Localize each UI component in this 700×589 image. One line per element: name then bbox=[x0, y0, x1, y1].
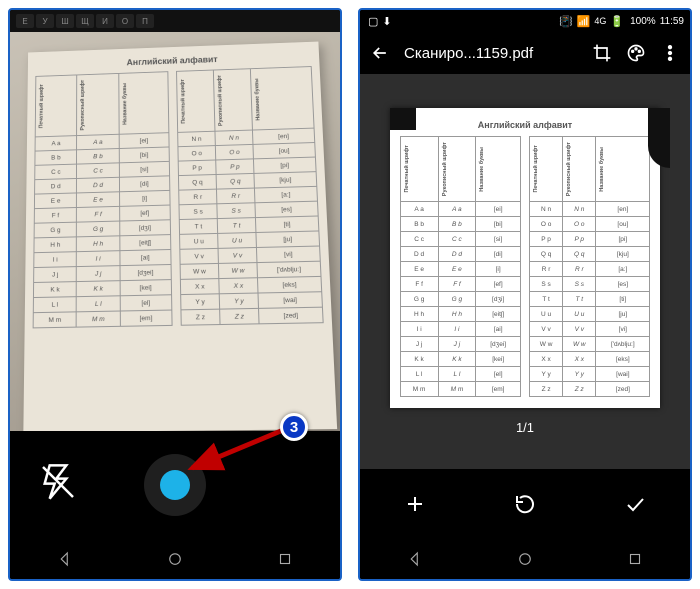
keyboard-key: Ш bbox=[56, 14, 74, 28]
shutter-button-inner bbox=[160, 470, 190, 500]
alphabet-table-left: Печатный шрифтРукописный шрифтНазвание б… bbox=[33, 71, 173, 328]
phone-left-camera: ЕУШЩИОП Английский алфавит Печатный шриф… bbox=[8, 8, 342, 581]
confirm-check-icon[interactable] bbox=[623, 492, 647, 516]
back-arrow-icon[interactable] bbox=[370, 43, 390, 63]
document-filename: Сканиро...1159.pdf bbox=[404, 45, 578, 62]
more-menu-icon[interactable] bbox=[660, 43, 680, 63]
scanned-table-right: Печатный шрифтРукописный шрифтНазвание б… bbox=[529, 136, 650, 397]
phone-right-preview: ▢ ⬇ 📳 📶 4G 🔋 100% 11:59 Сканиро...1159.p… bbox=[358, 8, 692, 581]
keyboard-key: И bbox=[96, 14, 114, 28]
nav-home-icon[interactable] bbox=[166, 550, 184, 568]
app-bar: Сканиро...1159.pdf bbox=[360, 32, 690, 74]
preview-action-bar bbox=[360, 469, 690, 539]
keyboard-key: Е bbox=[16, 14, 34, 28]
scanned-page: Английский алфавит Печатный шрифтРукопис… bbox=[390, 108, 661, 408]
camera-viewfinder[interactable]: Английский алфавит Печатный шрифтРукопис… bbox=[10, 32, 340, 431]
vibrate-icon: 📳 bbox=[559, 15, 573, 28]
battery-percent: 100% bbox=[630, 16, 656, 27]
keyboard-key: О bbox=[116, 14, 134, 28]
camera-controls-bar bbox=[10, 431, 340, 539]
page-counter: 1/1 bbox=[516, 420, 534, 435]
notif-image-icon: ▢ bbox=[368, 15, 378, 28]
keyboard-key: П bbox=[136, 14, 154, 28]
status-bar: ▢ ⬇ 📳 📶 4G 🔋 100% 11:59 bbox=[360, 10, 690, 32]
network-4g-icon: 4G bbox=[594, 16, 606, 26]
nav-recent-icon[interactable] bbox=[626, 550, 644, 568]
captured-document: Английский алфавит Печатный шрифтРукопис… bbox=[23, 42, 337, 431]
battery-icon: 🔋 bbox=[610, 15, 624, 28]
add-page-icon[interactable] bbox=[403, 492, 427, 516]
scanned-doc-title: Английский алфавит bbox=[400, 120, 651, 130]
physical-keyboard-strip: ЕУШЩИОП bbox=[10, 10, 340, 32]
android-navbar bbox=[10, 539, 340, 579]
annotation-badge-3: 3 bbox=[280, 413, 308, 441]
palette-icon[interactable] bbox=[626, 43, 646, 63]
notif-download-icon: ⬇ bbox=[382, 15, 391, 28]
alphabet-table-right: Печатный шрифтРукописный шрифтНазвание б… bbox=[176, 66, 324, 326]
retake-icon[interactable] bbox=[513, 492, 537, 516]
nav-recent-icon[interactable] bbox=[276, 550, 294, 568]
signal-icon: 📶 bbox=[577, 15, 591, 28]
keyboard-key: У bbox=[36, 14, 54, 28]
flash-off-icon[interactable] bbox=[38, 462, 78, 508]
scan-preview-area[interactable]: Английский алфавит Печатный шрифтРукопис… bbox=[360, 74, 690, 469]
shutter-button[interactable] bbox=[144, 454, 206, 516]
keyboard-key: Щ bbox=[76, 14, 94, 28]
nav-home-icon[interactable] bbox=[516, 550, 534, 568]
nav-back-icon[interactable] bbox=[406, 550, 424, 568]
nav-back-icon[interactable] bbox=[56, 550, 74, 568]
scanned-table-left: Печатный шрифтРукописный шрифтНазвание б… bbox=[400, 136, 521, 397]
android-navbar bbox=[360, 539, 690, 579]
clock: 11:59 bbox=[660, 16, 684, 27]
crop-icon[interactable] bbox=[592, 43, 612, 63]
